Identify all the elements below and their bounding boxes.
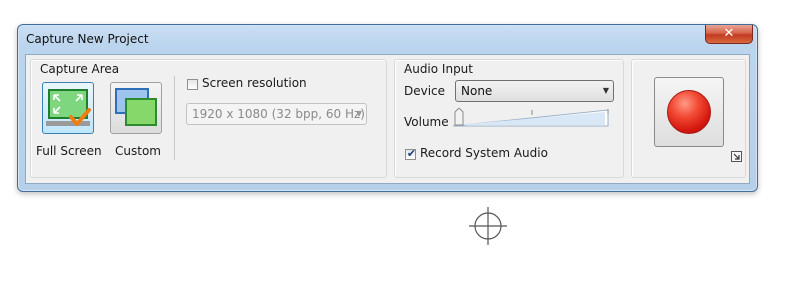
audio-input-label: Audio Input bbox=[404, 62, 473, 76]
volume-slider[interactable] bbox=[453, 106, 613, 130]
resolution-select[interactable]: 1920 x 1080 (32 bpp, 60 Hz) - ( ▼ bbox=[186, 103, 367, 125]
screen-resolution-label: Screen resolution bbox=[202, 76, 307, 90]
device-select[interactable]: None ▼ bbox=[455, 80, 614, 102]
full-screen-button[interactable] bbox=[42, 82, 94, 134]
volume-label: Volume bbox=[404, 115, 449, 129]
device-select-value: None bbox=[461, 84, 493, 98]
capture-area-divider bbox=[174, 76, 175, 160]
capture-dialog: Capture New Project ✕ Capture Area Full … bbox=[17, 24, 758, 192]
custom-area-icon bbox=[115, 88, 157, 126]
device-label: Device bbox=[404, 84, 446, 98]
screen-resolution-checkbox[interactable] bbox=[187, 79, 198, 90]
full-screen-icon bbox=[46, 89, 91, 126]
chevron-down-icon: ▼ bbox=[602, 86, 609, 95]
record-icon bbox=[667, 90, 711, 134]
record-system-audio-checkbox[interactable]: ✔ bbox=[405, 147, 417, 160]
audio-input-group: Audio Input Device None ▼ Volume ✔ Recor… bbox=[394, 59, 624, 178]
window-title: Capture New Project bbox=[26, 32, 149, 46]
capture-area-group: Capture Area Full Screen Custom Screen r… bbox=[30, 59, 387, 178]
full-screen-label: Full Screen bbox=[36, 144, 102, 158]
crosshair-cursor-icon bbox=[469, 207, 507, 245]
dialog-body: Capture Area Full Screen Custom Screen r… bbox=[25, 54, 750, 184]
resolution-select-value: 1920 x 1080 (32 bpp, 60 Hz) - ( bbox=[192, 107, 367, 121]
volume-slider-thumb[interactable] bbox=[454, 108, 464, 126]
record-button[interactable] bbox=[654, 77, 724, 147]
custom-label: Custom bbox=[115, 144, 161, 158]
chevron-down-icon: ▼ bbox=[355, 109, 362, 118]
checkmark-icon: ✔ bbox=[406, 147, 417, 160]
close-button[interactable]: ✕ bbox=[705, 25, 753, 44]
expand-icon[interactable] bbox=[731, 151, 742, 162]
custom-area-button[interactable] bbox=[110, 82, 162, 134]
record-system-audio-label: Record System Audio bbox=[420, 146, 548, 160]
capture-area-label: Capture Area bbox=[40, 62, 120, 76]
